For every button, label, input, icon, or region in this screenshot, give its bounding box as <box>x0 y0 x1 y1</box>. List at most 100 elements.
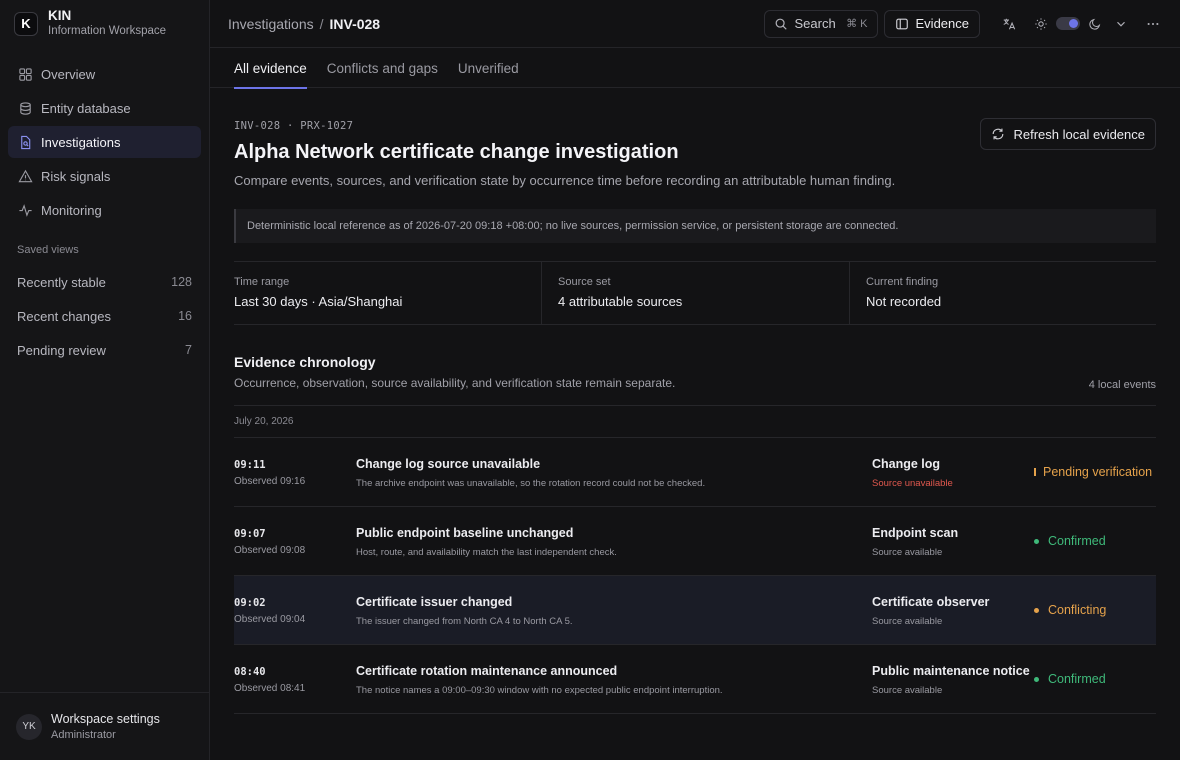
sidebar: K KIN Information Workspace Overview Ent… <box>0 0 210 760</box>
theme-switch[interactable] <box>1056 17 1080 30</box>
saved-view-label: Recently stable <box>17 274 106 290</box>
event-source: Endpoint scan <box>872 526 959 540</box>
more-icon[interactable] <box>1144 15 1162 33</box>
saved-view-count: 16 <box>178 309 192 323</box>
saved-view-recent-changes[interactable]: Recent changes 16 <box>0 299 209 333</box>
tab-conflicts-and-gaps[interactable]: Conflicts and gaps <box>327 48 438 88</box>
meta-time-range: Time range Last 30 days · Asia/Shanghai <box>234 262 542 324</box>
topbar: Investigations / INV-028 Search ⌘ K Eviden… <box>210 0 1180 48</box>
verification-status: Pending verification <box>1034 465 1152 479</box>
translate-icon[interactable] <box>1000 15 1018 33</box>
brand-logo: K <box>14 11 38 36</box>
verification-status: Conflicting <box>1034 603 1106 617</box>
brand-name: KIN <box>48 8 72 23</box>
sun-icon <box>1032 15 1050 33</box>
meta-label: Source set <box>558 276 611 288</box>
sidebar-item-risk-signals[interactable]: Risk signals <box>8 160 201 192</box>
sidebar-item-entity-database[interactable]: Entity database <box>8 92 201 124</box>
evidence-panel-button[interactable]: Evidence <box>883 9 980 38</box>
source-availability: Source available <box>872 616 943 627</box>
grid-icon <box>17 66 33 82</box>
event-description: The notice names a 09:00–09:30 window wi… <box>356 685 723 696</box>
sidebar-item-label: Investigations <box>41 134 121 150</box>
reference-notice: Deterministic local reference as of 2026… <box>234 209 1156 243</box>
saved-view-label: Recent changes <box>17 308 111 324</box>
status-label: Pending verification <box>1043 465 1153 479</box>
evidence-tabs: All evidence Conflicts and gaps Unverifi… <box>210 48 1180 89</box>
sidebar-item-label: Monitoring <box>41 202 102 218</box>
event-time: 09:07 <box>234 528 266 540</box>
workspace-settings[interactable]: YK Workspace settings Administrator <box>0 692 209 760</box>
user-role: Administrator <box>51 728 116 741</box>
saved-view-pending-review[interactable]: Pending review 7 <box>0 333 209 367</box>
tab-unverified[interactable]: Unverified <box>458 48 519 88</box>
saved-view-count: 128 <box>171 275 192 289</box>
search-shortcut: ⌘ K <box>846 18 868 30</box>
sidebar-nav: Overview Entity database Investigations … <box>0 58 209 226</box>
sidebar-item-overview[interactable]: Overview <box>8 58 201 90</box>
meta-label: Time range <box>234 276 290 288</box>
status-marker-icon <box>1034 468 1036 476</box>
avatar: YK <box>16 713 42 740</box>
refresh-icon <box>993 128 1004 140</box>
database-icon <box>17 100 33 116</box>
main-content: INV-028 · PRX-1027 Alpha Network certifi… <box>234 88 1156 714</box>
sidebar-item-investigations[interactable]: Investigations <box>8 126 201 158</box>
saved-views-title: Saved views <box>17 244 79 256</box>
event-observed: Observed 09:16 <box>234 476 306 487</box>
saved-view-recently-stable[interactable]: Recently stable 128 <box>0 265 209 299</box>
event-row[interactable]: 09:07 Observed 09:08 Public endpoint basel… <box>234 507 1156 576</box>
event-observed: Observed 09:08 <box>234 545 306 556</box>
moon-icon <box>1086 15 1104 33</box>
event-observed: Observed 09:04 <box>234 614 306 625</box>
saved-view-count: 7 <box>185 343 192 357</box>
source-availability: Source unavailable <box>872 478 953 489</box>
investigation-meta: Time range Last 30 days · Asia/Shanghai … <box>234 261 1156 325</box>
status-label: Conflicting <box>1048 603 1107 617</box>
warning-triangle-icon <box>17 168 33 184</box>
event-title: Change log source unavailable <box>356 457 541 471</box>
event-row[interactable]: 09:02 Observed 09:04 Certificate issuer ch… <box>234 576 1156 645</box>
workspace-settings-label: Workspace settings <box>51 711 160 726</box>
chevron-down-icon[interactable] <box>1112 15 1130 33</box>
event-description: Host, route, and availability match the … <box>356 547 617 558</box>
chronology-description: Occurrence, observation, source availabi… <box>234 376 676 390</box>
source-availability: Source available <box>872 547 943 558</box>
event-list: 09:11 Observed 09:16 Change log source una… <box>234 438 1156 714</box>
event-title: Public endpoint baseline unchanged <box>356 526 574 540</box>
activity-icon <box>17 202 33 218</box>
event-source: Public maintenance notice <box>872 664 1030 678</box>
evidence-label: Evidence <box>915 16 969 31</box>
event-time: 09:02 <box>234 597 266 609</box>
event-description: The archive endpoint was unavailable, so… <box>356 478 706 489</box>
event-source: Certificate observer <box>872 595 990 609</box>
breadcrumb: Investigations / INV-028 <box>228 16 764 32</box>
search-label: Search <box>794 16 836 31</box>
status-label: Confirmed <box>1048 534 1106 548</box>
meta-value: Last 30 days · Asia/Shanghai <box>234 294 403 309</box>
search-button[interactable]: Search ⌘ K <box>763 9 878 38</box>
breadcrumb-separator: / <box>319 15 324 32</box>
refresh-evidence-button[interactable]: Refresh local evidence <box>980 118 1156 150</box>
event-source: Change log <box>872 457 941 471</box>
verification-status: Confirmed <box>1034 672 1106 686</box>
chronology-header: Evidence chronology Occurrence, observat… <box>234 354 1156 406</box>
brand[interactable]: K KIN Information Workspace <box>0 0 209 47</box>
event-count: 4 local events <box>1088 379 1156 391</box>
panel-icon <box>895 18 908 29</box>
date-group-label: July 20, 2026 <box>234 406 1156 438</box>
event-row[interactable]: 09:11 Observed 09:16 Change log source una… <box>234 438 1156 507</box>
event-description: The issuer changed from North CA 4 to No… <box>356 616 573 627</box>
page-description: Compare events, sources, and verificatio… <box>234 173 896 188</box>
theme-toggle[interactable] <box>1032 15 1104 33</box>
event-row[interactable]: 08:40 Observed 08:41 Certificate rotation … <box>234 645 1156 714</box>
sidebar-item-monitoring[interactable]: Monitoring <box>8 194 201 226</box>
status-dot-icon <box>1034 676 1039 682</box>
breadcrumb-parent[interactable]: Investigations <box>228 16 314 32</box>
tab-all-evidence[interactable]: All evidence <box>234 48 307 89</box>
sidebar-item-label: Overview <box>41 66 96 82</box>
saved-view-label: Pending review <box>17 342 106 358</box>
source-availability: Source available <box>872 685 943 696</box>
status-dot-icon <box>1034 538 1039 544</box>
refresh-label: Refresh local evidence <box>1013 126 1145 142</box>
